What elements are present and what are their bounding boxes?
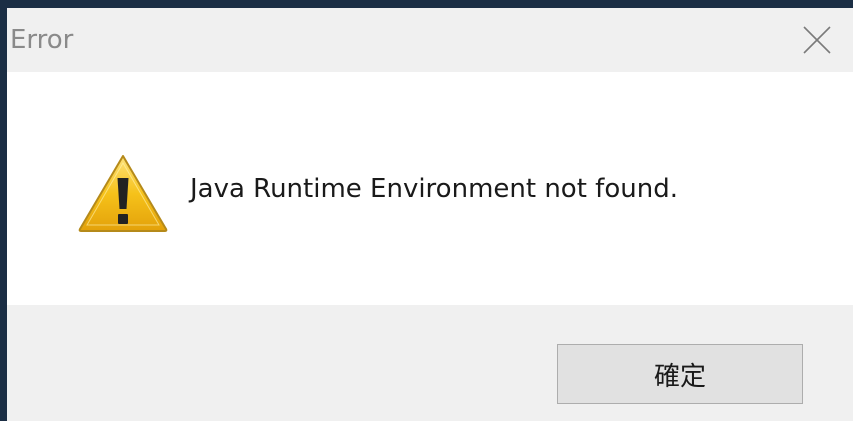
close-button[interactable] bbox=[781, 8, 853, 72]
dialog-footer: 確定 bbox=[7, 305, 853, 421]
dialog-content: Java Runtime Environment not found. bbox=[7, 72, 853, 305]
close-icon bbox=[803, 26, 831, 54]
error-dialog: Error Java Runtime Environment not found… bbox=[7, 8, 853, 421]
dialog-title: Error bbox=[10, 25, 74, 55]
error-message: Java Runtime Environment not found. bbox=[190, 174, 678, 204]
title-bar[interactable]: Error bbox=[7, 8, 853, 72]
ok-button[interactable]: 確定 bbox=[557, 344, 803, 404]
warning-icon bbox=[78, 155, 168, 232]
